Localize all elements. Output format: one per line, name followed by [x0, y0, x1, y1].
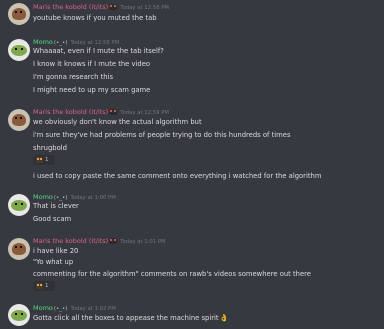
message-text: shrugbold: [33, 144, 67, 152]
timestamp: Today at 12:58 PM: [120, 5, 169, 11]
avatar[interactable]: [8, 3, 30, 25]
message-text: Good scam: [33, 215, 72, 223]
message-text: "Yo what up: [33, 258, 74, 266]
avatar[interactable]: [8, 109, 30, 131]
timestamp: Today at 12:58 PM: [70, 40, 120, 46]
message-text: I know it knows if I mute the video: [33, 60, 151, 68]
message-text: i'm sure they've had problems of people …: [33, 131, 291, 139]
author-name[interactable]: Momo: [33, 304, 53, 312]
message-text: I might need to up my scam game: [33, 86, 151, 94]
message-text: Whaaaat, even if I mute the tab itself?: [33, 47, 164, 55]
message-text: youtube knows if you muted the tab: [33, 14, 157, 22]
reaction-count: 1: [45, 283, 49, 289]
message-text: we obviously don't know the actual algor…: [33, 118, 202, 126]
author-badge: (•_•): [53, 306, 68, 312]
timestamp: Today at 1:00 PM: [70, 195, 116, 201]
reaction-button[interactable]: 1: [33, 155, 55, 165]
message-text: i used to copy paste the same comment on…: [33, 172, 322, 180]
message-text: That is clever: [33, 202, 79, 210]
reaction-button[interactable]: 1: [33, 281, 55, 291]
message-text: i have like 20: [33, 247, 79, 255]
message-header: Maris the kobold (it/its) Today at 12:59 …: [33, 108, 169, 118]
avatar[interactable]: [8, 39, 30, 61]
avatar[interactable]: [8, 194, 30, 216]
message-text: commenting for the algorithm" comments o…: [33, 270, 311, 278]
author-name[interactable]: Maris the kobold (it/its): [33, 108, 108, 116]
avatar[interactable]: [8, 304, 30, 326]
author-name[interactable]: Maris the kobold (it/its): [33, 237, 108, 245]
kobold-badge-icon: [109, 4, 118, 10]
kobold-badge-icon: [109, 109, 118, 115]
kobold-badge-icon: [109, 238, 118, 244]
message-header: Maris the kobold (it/its) Today at 1:01 P…: [33, 237, 166, 247]
timestamp: Today at 1:01 PM: [120, 239, 166, 245]
timestamp: Today at 1:02 PM: [70, 306, 116, 312]
reaction-count: 1: [45, 157, 49, 163]
message-text-content: Gotta click all the boxes to appease the…: [33, 314, 219, 322]
message-text: I'm gonna research this: [33, 73, 114, 81]
ok-hand-icon: 👌: [219, 314, 229, 322]
message-header: Maris the kobold (it/its) Today at 12:58 …: [33, 3, 169, 13]
timestamp: Today at 12:59 PM: [120, 110, 169, 116]
message-header: Momo(•_•) Today at 1:02 PM: [33, 304, 116, 314]
kobold-emoji-icon: [36, 283, 43, 289]
author-name[interactable]: Maris the kobold (it/its): [33, 3, 108, 11]
message-text: Gotta click all the boxes to appease the…: [33, 314, 228, 323]
author-name[interactable]: Momo: [33, 193, 53, 201]
author-name[interactable]: Momo: [33, 38, 53, 46]
shrugbold-emoji-icon: [36, 157, 43, 163]
avatar[interactable]: [8, 238, 30, 260]
